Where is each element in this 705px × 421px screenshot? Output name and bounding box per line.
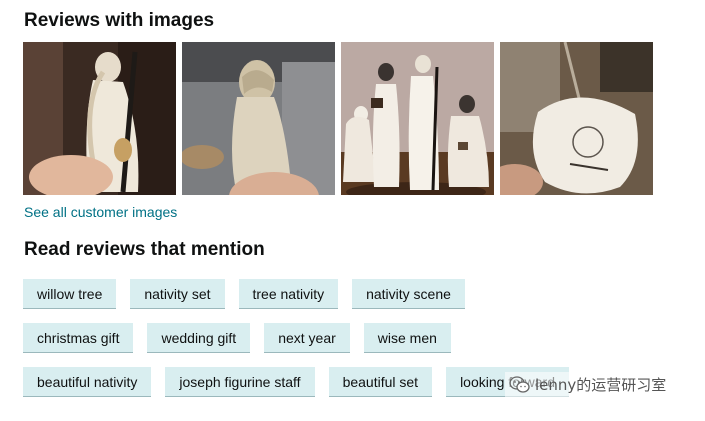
- mention-chip[interactable]: beautiful nativity: [23, 367, 152, 397]
- mention-chip[interactable]: beautiful set: [328, 367, 433, 397]
- mention-chip[interactable]: nativity scene: [352, 279, 465, 309]
- mention-chip-row-2: christmas gift wedding gift next year wi…: [23, 323, 451, 353]
- review-image-1[interactable]: [23, 42, 176, 195]
- mention-chip[interactable]: next year: [264, 323, 350, 353]
- review-image-2[interactable]: [182, 42, 335, 195]
- reviews-page: Reviews with images See all customer ima…: [0, 0, 705, 421]
- wechat-icon: [509, 375, 530, 393]
- review-image-4[interactable]: [500, 42, 653, 195]
- mention-chip[interactable]: willow tree: [23, 279, 117, 309]
- wechat-watermark: lenny的运营研习室: [505, 372, 671, 397]
- review-image-strip: [23, 42, 653, 195]
- mention-chip[interactable]: nativity set: [130, 279, 225, 309]
- mention-chip[interactable]: wedding gift: [147, 323, 251, 353]
- mention-chip-row-3: beautiful nativity joseph figurine staff…: [23, 367, 569, 397]
- review-image-3[interactable]: [341, 42, 494, 195]
- mention-chip[interactable]: joseph figurine staff: [165, 367, 315, 397]
- mention-chip[interactable]: christmas gift: [23, 323, 134, 353]
- read-reviews-mention-heading: Read reviews that mention: [24, 239, 265, 260]
- mention-chip-row-1: willow tree nativity set tree nativity n…: [23, 279, 465, 309]
- see-all-customer-images-link[interactable]: See all customer images: [24, 204, 177, 220]
- mention-chip[interactable]: wise men: [363, 323, 451, 353]
- reviews-with-images-heading: Reviews with images: [24, 10, 215, 31]
- mention-chip[interactable]: tree nativity: [238, 279, 339, 309]
- watermark-text: lenny的运营研习室: [535, 376, 667, 394]
